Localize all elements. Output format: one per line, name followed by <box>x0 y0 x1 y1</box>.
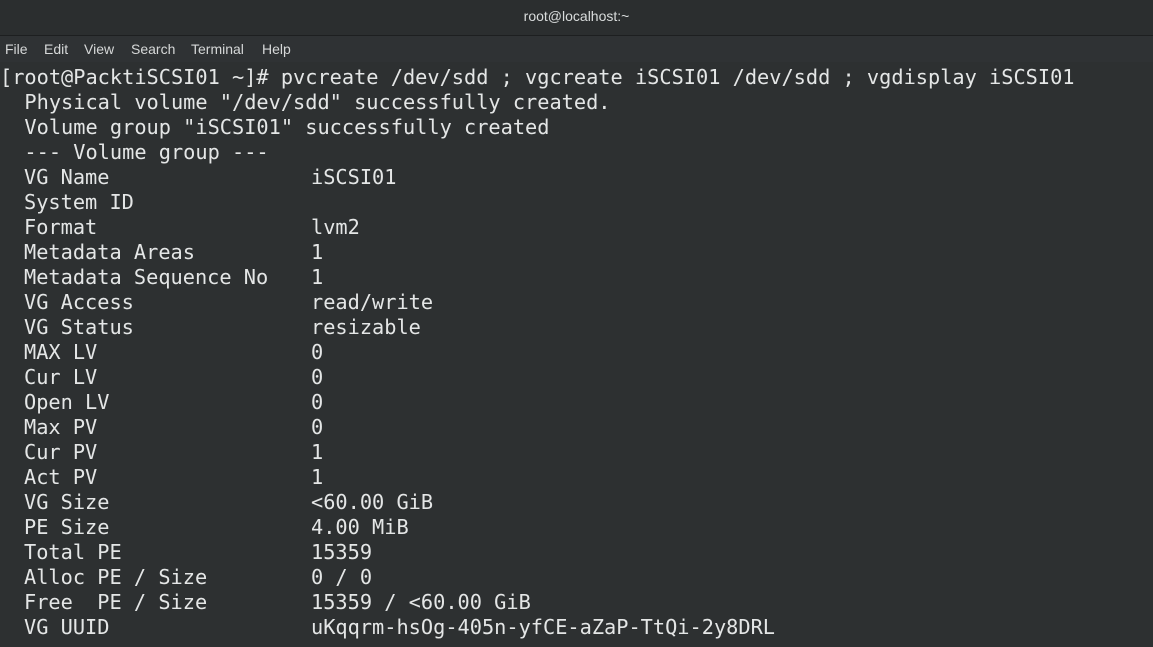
menu-help[interactable]: Help <box>262 36 291 62</box>
vg-field-value: uKqqrm-hsOg-405n-yfCE-aZaP-TtQi-2y8DRL <box>311 615 775 639</box>
vg-field-row: Format lvm2 <box>0 215 1153 240</box>
vg-field-row: Total PE 15359 <box>0 540 1153 565</box>
vg-field-row: VG UUID uKqqrm-hsOg-405n-yfCE-aZaP-TtQi-2… <box>0 615 1153 640</box>
vg-field-label: Cur LV <box>24 365 98 389</box>
terminal-window: root@localhost:~ File Edit View Search T… <box>0 0 1153 647</box>
vg-field-label: System ID <box>24 190 134 214</box>
vg-field-row: Free PE / Size 15359 / <60.00 GiB <box>0 590 1153 615</box>
vg-field-row: Max PV 0 <box>0 415 1153 440</box>
vg-field-value: 0 <box>311 415 324 439</box>
menu-view[interactable]: View <box>84 36 114 62</box>
terminal-output[interactable]: [root@PacktiSCSI01 ~]# pvcreate /dev/sdd… <box>0 62 1153 647</box>
vg-field-value: <60.00 GiB <box>311 490 434 514</box>
vg-field-row: Act PV 1 <box>0 465 1153 490</box>
vg-field-row: MAX LV 0 <box>0 340 1153 365</box>
vg-field-row: VG Size <60.00 GiB <box>0 490 1153 515</box>
vg-field-label: MAX LV <box>24 340 98 364</box>
vg-field-row: PE Size 4.00 MiB <box>0 515 1153 540</box>
vg-field-value: 0 <box>311 365 324 389</box>
vg-field-value: 1 <box>311 440 324 464</box>
vg-field-value: 0 <box>311 390 324 414</box>
vg-field-label: Open LV <box>24 390 110 414</box>
vg-field-value: 1 <box>311 465 324 489</box>
vg-field-label: Format <box>24 215 98 239</box>
vg-field-label: VG UUID <box>24 615 110 639</box>
vg-field-row: Metadata Areas 1 <box>0 240 1153 265</box>
vg-field-value: 15359 <box>311 540 373 564</box>
vg-field-label: Act PV <box>24 465 98 489</box>
vg-field-row: VG Name iSCSI01 <box>0 165 1153 190</box>
vg-field-label: Metadata Sequence No <box>24 265 269 289</box>
window-title: root@localhost:~ <box>523 8 630 24</box>
output-pv-created: Physical volume "/dev/sdd" successfully … <box>0 90 611 114</box>
menu-terminal[interactable]: Terminal <box>191 36 244 62</box>
title-bar[interactable]: root@localhost:~ <box>0 0 1153 36</box>
vg-field-label: Total PE <box>24 540 122 564</box>
vg-field-label: VG Size <box>24 490 110 514</box>
command-line: [root@PacktiSCSI01 ~]# pvcreate /dev/sdd… <box>0 65 1075 89</box>
vg-field-label: VG Name <box>24 165 110 189</box>
vg-field-value: 1 <box>311 240 324 264</box>
menu-bar: File Edit View Search Terminal Help <box>0 36 1153 62</box>
vg-field-row: Metadata Sequence No 1 <box>0 265 1153 290</box>
vg-field-value: resizable <box>311 315 421 339</box>
vg-field-row: VG Access read/write <box>0 290 1153 315</box>
vg-field-label: PE Size <box>24 515 110 539</box>
vg-field-label: Alloc PE / Size <box>24 565 208 589</box>
vg-field-value: 0 / 0 <box>311 565 373 589</box>
vg-field-label: Metadata Areas <box>24 240 195 264</box>
output-vg-created: Volume group "iSCSI01" successfully crea… <box>0 115 550 139</box>
vg-field-row: Cur PV 1 <box>0 440 1153 465</box>
vg-field-value: iSCSI01 <box>311 165 397 189</box>
menu-edit[interactable]: Edit <box>44 36 68 62</box>
vg-field-value: 4.00 MiB <box>311 515 409 539</box>
vg-field-row: Open LV 0 <box>0 390 1153 415</box>
vg-field-value: 0 <box>311 340 324 364</box>
vg-field-value: read/write <box>311 290 434 314</box>
vg-field-label: Cur PV <box>24 440 98 464</box>
vg-field-row: Cur LV 0 <box>0 365 1153 390</box>
menu-search[interactable]: Search <box>131 36 175 62</box>
vg-field-row: VG Status resizable <box>0 315 1153 340</box>
vg-field-row: Alloc PE / Size 0 / 0 <box>0 565 1153 590</box>
vg-field-label: Max PV <box>24 415 98 439</box>
vg-field-value: 1 <box>311 265 324 289</box>
vg-field-label: VG Access <box>24 290 134 314</box>
menu-file[interactable]: File <box>5 36 28 62</box>
vg-field-value: 15359 / <60.00 GiB <box>311 590 531 614</box>
output-vg-header: --- Volume group --- <box>0 140 269 164</box>
vg-field-label: VG Status <box>24 315 134 339</box>
vg-field-row: System ID <box>0 190 1153 215</box>
vg-field-value: lvm2 <box>311 215 360 239</box>
vg-field-label: Free PE / Size <box>24 590 208 614</box>
